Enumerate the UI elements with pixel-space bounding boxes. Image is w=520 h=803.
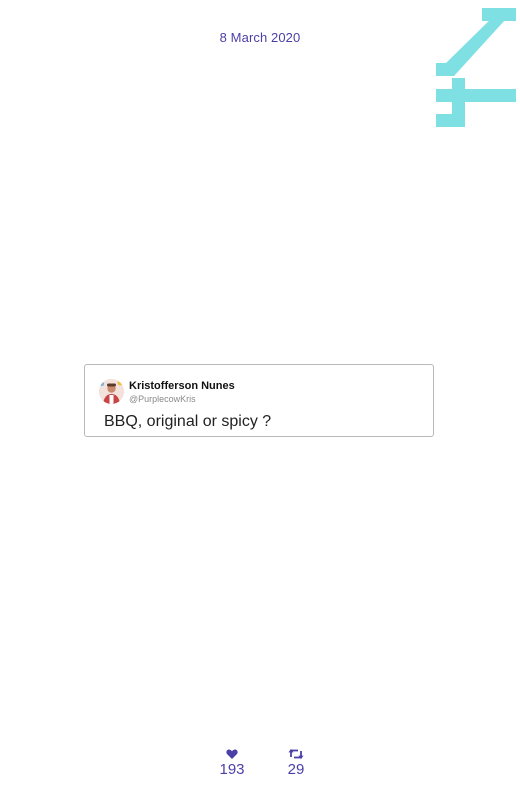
tweet-text: BBQ, original or spicy ? <box>104 413 272 430</box>
retweets-stat[interactable]: 29 <box>276 748 316 779</box>
user-avatar[interactable] <box>99 379 124 404</box>
retweets-count: 29 <box>287 761 305 778</box>
likes-stat[interactable]: 193 <box>212 748 252 779</box>
retweet-icon <box>288 748 304 760</box>
tweet-stats: 193 29 <box>0 748 520 788</box>
likes-count: 193 <box>219 761 245 778</box>
badge-digit-seven-stem <box>436 8 516 76</box>
number-badge <box>436 8 516 127</box>
heart-icon <box>226 749 238 759</box>
author-name[interactable]: Kristofferson Nunes <box>129 380 235 392</box>
avatar-image <box>99 379 124 404</box>
tweet-card[interactable]: Kristofferson Nunes @PurplecowKris BBQ, … <box>84 364 434 437</box>
author-handle[interactable]: @PurplecowKris <box>129 394 196 404</box>
badge-digit-four-bar <box>436 89 516 102</box>
badge-digit-four-base <box>436 114 465 127</box>
